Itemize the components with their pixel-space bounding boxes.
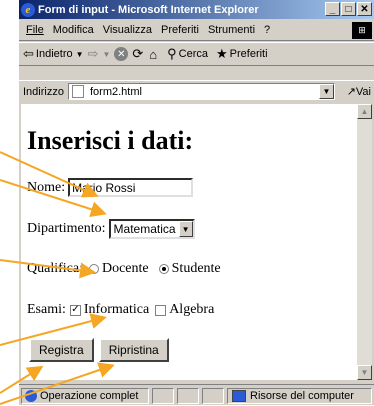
chevron-down-icon[interactable]: ▼ (178, 221, 193, 237)
stop-button[interactable]: ✕ (114, 47, 129, 61)
page-icon (72, 85, 84, 98)
maximize-button[interactable]: □ (341, 2, 356, 16)
computer-icon (232, 390, 246, 402)
forward-arrow-icon: ⇨ (87, 46, 99, 61)
address-label: Indirizzo (23, 86, 64, 98)
scroll-down-icon[interactable]: ▼ (357, 365, 372, 380)
radio-docente[interactable] (88, 264, 99, 274)
name-row: Nome: Mario Rossi (27, 178, 194, 197)
status-panel-3 (202, 388, 224, 404)
status-panel-2 (177, 388, 199, 404)
role-row: Qualifica: Docente Studente (27, 261, 221, 277)
favorites-label: Preferiti (229, 48, 268, 60)
status-bar: Operazione complet Risorse del computer (19, 384, 374, 406)
radio-docente-label: Docente (101, 261, 149, 276)
go-button[interactable]: ↗Vai (347, 85, 371, 98)
status-zone: Risorse del computer (250, 390, 354, 402)
name-label: Nome: (27, 179, 66, 195)
radio-studente[interactable] (158, 264, 169, 274)
checkbox-informatica[interactable]: ✓ (69, 304, 81, 316)
department-select[interactable]: Matematica ▼ (108, 219, 195, 239)
department-label: Dipartimento: (27, 221, 106, 236)
back-label: Indietro (35, 48, 73, 60)
address-value: form2.html (90, 85, 142, 98)
buttons-row: Registra Ripristina (29, 338, 174, 362)
menu-visualizza[interactable]: Visualizza (103, 24, 152, 36)
checkbox-algebra[interactable] (155, 304, 167, 316)
role-label: Qualifica: (27, 261, 83, 276)
back-dropdown-icon[interactable]: ▼ (76, 50, 84, 59)
status-zone-panel: Risorse del computer (227, 388, 372, 404)
go-arrow-icon: ↗ (346, 86, 356, 98)
search-label: Cerca (178, 48, 208, 60)
checkbox-informatica-label: Informatica (83, 302, 150, 317)
scroll-up-icon[interactable]: ▲ (357, 104, 372, 119)
refresh-icon: ⟳ (132, 46, 144, 61)
menu-file[interactable]: File (26, 24, 44, 36)
status-text: Operazione complet (40, 390, 139, 402)
submit-button[interactable]: Registra (29, 338, 94, 362)
page-heading: Inserisci i dati: (27, 126, 194, 155)
menu-preferiti[interactable]: Preferiti (161, 24, 199, 36)
checkbox-algebra-label: Algebra (169, 302, 215, 317)
search-button[interactable]: ⚲ Cerca (167, 46, 208, 62)
radio-studente-label: Studente (171, 261, 221, 276)
address-input[interactable]: form2.html ▼ (68, 83, 335, 100)
reset-button[interactable]: Ripristina (98, 338, 169, 362)
status-text-panel: Operazione complet (21, 388, 149, 404)
ie-status-icon (25, 390, 37, 402)
favorites-icon: ★ (216, 46, 228, 61)
back-button[interactable]: ⇦ Indietro ▼ (23, 46, 84, 62)
menu-modifica[interactable]: Modifica (53, 24, 94, 36)
exams-row: Esami: ✓ Informatica Algebra (27, 302, 214, 318)
name-value: Mario Rossi (72, 180, 136, 195)
favorites-button[interactable]: ★ Preferiti (216, 46, 268, 62)
close-button[interactable]: ✕ (357, 2, 372, 16)
stop-icon: ✕ (114, 47, 129, 61)
back-arrow-icon: ⇦ (23, 46, 34, 61)
menu-bar: File Modifica Visualizza Preferiti Strum… (19, 20, 374, 41)
vertical-scrollbar[interactable]: ▲ ▼ (357, 104, 372, 380)
minimize-button[interactable]: _ (325, 2, 340, 16)
toolbar: ⇦ Indietro ▼ ⇨ ▼ ✕ ⟳ ⌂ ⚲ Cerca ★ Preferi… (19, 42, 374, 66)
title-bar: e Form di input - Microsoft Internet Exp… (19, 0, 374, 19)
go-label: Vai (355, 86, 371, 98)
windows-logo-icon: ⊞ (352, 22, 372, 39)
menu-strumenti[interactable]: Strumenti (208, 24, 255, 36)
name-input[interactable]: Mario Rossi (68, 178, 194, 197)
status-panel-1 (152, 388, 174, 404)
window-title: Form di input - Microsoft Internet Explo… (38, 3, 259, 16)
home-button[interactable]: ⌂ (149, 47, 159, 62)
department-row: Dipartimento: Matematica ▼ (27, 219, 195, 239)
ie-icon: e (21, 2, 35, 17)
address-dropdown-icon[interactable]: ▼ (319, 84, 334, 99)
exams-label: Esami: (27, 302, 66, 317)
forward-button[interactable]: ⇨ ▼ (88, 46, 111, 62)
browser-window: e Form di input - Microsoft Internet Exp… (19, 0, 374, 405)
home-icon: ⌂ (149, 46, 158, 62)
menu-help[interactable]: ? (264, 24, 270, 36)
department-value: Matematica (113, 222, 176, 236)
page-content: Inserisci i dati: Nome: Mario Rossi Dipa… (21, 104, 357, 380)
search-icon: ⚲ (167, 46, 177, 61)
refresh-button[interactable]: ⟳ (132, 46, 145, 62)
address-bar: Indirizzo form2.html ▼ ↗Vai (19, 80, 374, 103)
forward-dropdown-icon[interactable]: ▼ (102, 50, 110, 59)
